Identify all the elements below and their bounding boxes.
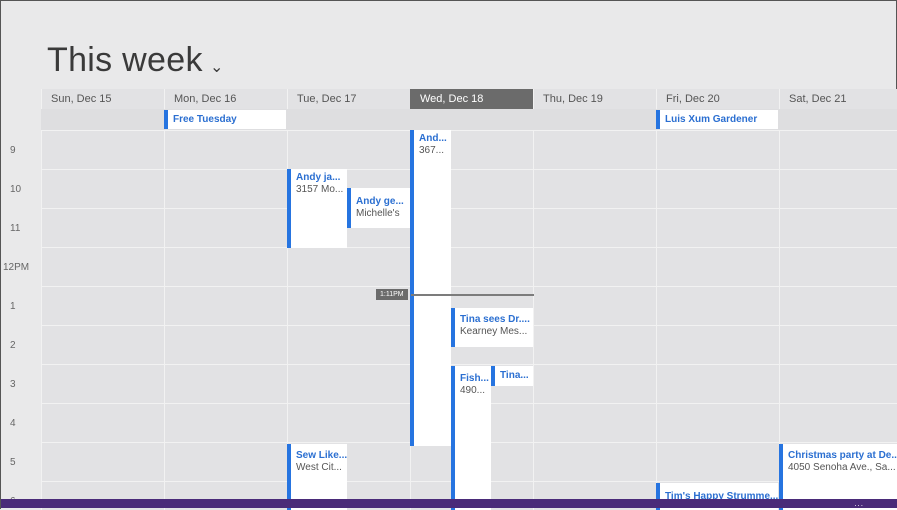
event-title: Tina... [500, 370, 529, 381]
day-header[interactable]: Fri, Dec 20 [656, 89, 779, 109]
event-location: Michelle's [356, 208, 400, 219]
day-header[interactable]: Sat, Dec 21 [779, 89, 897, 109]
event-title: Andy ge... [356, 196, 404, 207]
event-location: 3157 Mo... [296, 184, 344, 195]
all-day-event[interactable]: Luis Xum Gardener [656, 110, 778, 129]
event-location: Kearney Mes... [460, 326, 528, 337]
hour-label: 12PM [3, 262, 30, 273]
day-header-today[interactable]: Wed, Dec 18 [410, 89, 533, 109]
hour-label: 11 [10, 223, 21, 234]
chevron-down-icon[interactable]: ⌄ [210, 57, 223, 77]
event-title: Andy ja... [296, 172, 341, 183]
all-day-event[interactable]: Free Tuesday [164, 110, 286, 129]
day-column-fri[interactable] [656, 89, 780, 510]
calendar-event[interactable]: Andy ge... Michelle's [347, 188, 410, 228]
hour-divider [41, 130, 897, 131]
event-title: And... [419, 133, 447, 144]
day-column-thu[interactable] [533, 89, 657, 510]
hour-label: 9 [10, 145, 16, 156]
calendar-event[interactable]: Tina sees Dr.... Kearney Mes... [451, 308, 533, 347]
hour-label: 5 [10, 457, 16, 468]
calendar-event[interactable]: Fish... 490... [451, 366, 491, 510]
event-title: Sew Like... [296, 450, 347, 461]
hour-label: 4 [10, 418, 16, 429]
current-time-line [411, 294, 534, 296]
event-title: Tina sees Dr.... [460, 314, 530, 325]
day-header[interactable]: Sun, Dec 15 [41, 89, 164, 109]
hour-label: 3 [10, 379, 16, 390]
hour-label: 10 [10, 184, 22, 195]
calendar-event[interactable]: Tina... [491, 366, 533, 386]
day-header[interactable]: Thu, Dec 19 [533, 89, 656, 109]
calendar-event[interactable]: Andy ja... 3157 Mo... [287, 169, 347, 248]
event-location: 490... [460, 385, 486, 396]
day-header[interactable]: Mon, Dec 16 [164, 89, 287, 109]
current-time-label: 1:11PM [376, 289, 408, 300]
hour-divider [41, 169, 897, 170]
week-grid: Sun, Dec 15 Mon, Dec 16 Tue, Dec 17 Wed,… [1, 89, 897, 510]
hour-divider [41, 364, 897, 365]
view-title[interactable]: This week [47, 41, 203, 80]
time-gutter [1, 89, 41, 510]
day-header[interactable]: Tue, Dec 17 [287, 89, 410, 109]
day-column-mon[interactable] [164, 89, 288, 510]
hour-divider [41, 286, 897, 287]
hour-divider [41, 208, 897, 209]
event-location: 367... [419, 145, 445, 156]
event-title: Fish... [460, 373, 489, 384]
event-location: West Cit... [296, 462, 342, 473]
more-icon[interactable]: ... [854, 500, 864, 508]
hour-label: 1 [10, 301, 16, 312]
hour-label: 2 [10, 340, 16, 351]
event-title: Christmas party at De... [788, 450, 897, 461]
day-column-sun[interactable] [41, 89, 165, 510]
event-location: 4050 Senoha Ave., Sa... [788, 462, 896, 473]
app-bar[interactable]: ... [1, 499, 897, 508]
calendar-event[interactable]: And... 367... [410, 130, 451, 446]
hour-divider [41, 247, 897, 248]
